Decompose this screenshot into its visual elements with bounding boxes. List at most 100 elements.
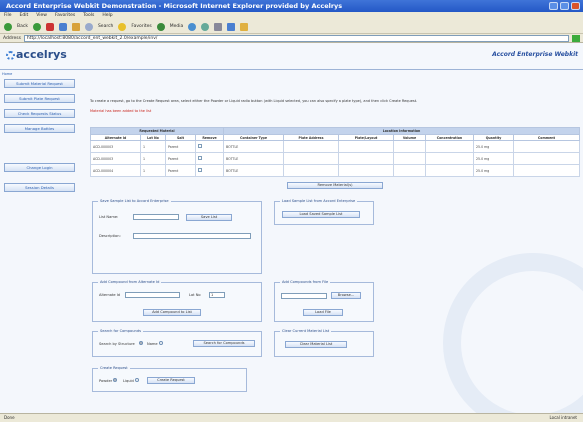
search-icon[interactable] bbox=[84, 22, 93, 31]
cell-container-type: BOTTLE bbox=[223, 152, 284, 165]
cell-concentration bbox=[425, 164, 474, 177]
accelrys-logo: accelrys bbox=[6, 48, 67, 61]
liquid-label: Liquid bbox=[123, 379, 134, 383]
menu-favorites[interactable]: Favorites bbox=[55, 12, 75, 20]
alternate-id-label: Alternate Id bbox=[99, 293, 121, 297]
menu-tools[interactable]: Tools bbox=[83, 12, 94, 20]
list-name-input[interactable] bbox=[133, 214, 179, 220]
sidebar-check-requests-status[interactable]: Check Requests Status bbox=[4, 109, 75, 118]
cell-plate-address bbox=[283, 152, 339, 165]
window-title: Accord Enterprise Webkit Demonstration -… bbox=[6, 2, 343, 10]
remove-checkbox[interactable] bbox=[198, 156, 202, 160]
add-compound-button[interactable]: Add Compound to List bbox=[143, 309, 201, 316]
cell-alternate-id: ACD-000003 bbox=[90, 152, 141, 165]
history-icon[interactable] bbox=[188, 22, 197, 31]
menu-help[interactable]: Help bbox=[102, 12, 112, 20]
address-input[interactable]: http://localhost:8080/accord_ent_webkit_… bbox=[23, 34, 569, 42]
liquid-radio[interactable] bbox=[135, 378, 139, 382]
sidebar-manage-bottles[interactable]: Manage Bottles bbox=[4, 124, 75, 133]
clear-list-legend: Clear Current Material List bbox=[280, 329, 332, 333]
maximize-button[interactable] bbox=[560, 2, 569, 10]
stop-icon[interactable] bbox=[45, 22, 54, 31]
description-input[interactable] bbox=[133, 233, 251, 239]
home-icon[interactable] bbox=[71, 22, 80, 31]
security-zone: Local intranet bbox=[549, 415, 577, 420]
browse-button[interactable]: Browse... bbox=[331, 292, 361, 299]
sidebar-session-details[interactable]: Session Details bbox=[4, 183, 75, 192]
load-list-legend: Load Sample List from Accord Enterprise bbox=[280, 199, 358, 203]
lot-no-input[interactable]: 1 bbox=[209, 292, 225, 298]
cell-salt: Parent bbox=[165, 152, 196, 165]
window-title-bar: Accord Enterprise Webkit Demonstration -… bbox=[0, 0, 583, 12]
sidebar-change-login[interactable]: Change Login bbox=[4, 163, 75, 172]
file-path-input[interactable] bbox=[281, 293, 327, 299]
cell-quantity: 25.0 mg bbox=[473, 152, 514, 165]
cell-lot-no: 1 bbox=[140, 140, 166, 153]
list-name-label: List Name: bbox=[99, 215, 119, 219]
name-radio[interactable] bbox=[159, 341, 163, 345]
favorites-star-icon[interactable] bbox=[118, 22, 127, 31]
accelrys-logo-icon bbox=[6, 50, 15, 60]
load-file-button[interactable]: Load File bbox=[303, 309, 343, 316]
load-saved-list-button[interactable]: Load Saved Sample List bbox=[282, 211, 360, 218]
menu-view[interactable]: View bbox=[36, 12, 47, 20]
create-request-button[interactable]: Create Request bbox=[147, 377, 195, 384]
mail-icon[interactable] bbox=[201, 22, 210, 31]
cell-comment bbox=[513, 140, 580, 153]
menu-bar: File Edit View Favorites Tools Help bbox=[0, 12, 583, 20]
alternate-id-input[interactable] bbox=[125, 292, 180, 298]
media-icon[interactable] bbox=[156, 22, 165, 31]
background-decoration bbox=[443, 253, 583, 413]
remove-checkbox[interactable] bbox=[198, 144, 202, 148]
cell-quantity: 25.0 mg bbox=[473, 140, 514, 153]
powder-radio[interactable] bbox=[113, 378, 117, 382]
cell-concentration bbox=[425, 152, 474, 165]
remove-materials-button[interactable]: Remove Material(s) bbox=[287, 182, 383, 189]
description-label: Description: bbox=[99, 234, 121, 238]
print-icon[interactable] bbox=[214, 22, 223, 31]
lot-no-label: Lot No bbox=[189, 293, 201, 297]
menu-edit[interactable]: Edit bbox=[20, 12, 29, 20]
name-label: Name bbox=[147, 342, 158, 346]
structure-radio[interactable] bbox=[139, 341, 143, 345]
go-arrow-icon[interactable] bbox=[571, 34, 580, 42]
product-name: Accord Enterprise Webkit bbox=[492, 51, 578, 58]
cell-plate-layout bbox=[338, 140, 394, 153]
media-label[interactable]: Media bbox=[170, 24, 184, 29]
search-compounds-button[interactable]: Search for Compounds bbox=[193, 340, 255, 347]
browser-toolbar: Back Search Favorites Media bbox=[0, 20, 583, 34]
cell-volume bbox=[393, 164, 426, 177]
back-arrow-icon[interactable] bbox=[4, 22, 12, 31]
cell-plate-address bbox=[283, 140, 339, 153]
home-link[interactable]: Home bbox=[2, 72, 12, 76]
sidebar-submit-material-request[interactable]: Submit Material Request bbox=[4, 79, 75, 88]
cell-comment bbox=[513, 152, 580, 165]
close-button[interactable] bbox=[571, 2, 580, 10]
cell-volume bbox=[393, 152, 426, 165]
table-row: ACD-000003 1 Parent BOTTLE 25.0 mg bbox=[90, 152, 580, 165]
group-header-location: Location Information bbox=[223, 127, 580, 135]
sidebar-submit-plate-request[interactable]: Submit Plate Request bbox=[4, 94, 75, 103]
status-bar: Done Local intranet bbox=[0, 413, 583, 422]
remove-checkbox[interactable] bbox=[198, 168, 202, 172]
status-message: Material has been added to the list bbox=[90, 109, 152, 113]
clear-list-panel: Clear Current Material List Clear Materi… bbox=[274, 329, 374, 357]
cell-remove bbox=[195, 140, 224, 153]
folder-icon[interactable] bbox=[240, 22, 249, 31]
search-by-structure-label: Search by Structure bbox=[99, 342, 135, 346]
address-label: Address bbox=[3, 35, 21, 41]
cell-container-type: BOTTLE bbox=[223, 140, 284, 153]
favorites-label[interactable]: Favorites bbox=[131, 24, 151, 29]
status-text: Done bbox=[4, 415, 15, 420]
forward-arrow-icon[interactable] bbox=[32, 22, 41, 31]
save-list-button[interactable]: Save List bbox=[186, 214, 232, 221]
search-label[interactable]: Search bbox=[98, 24, 113, 29]
cell-concentration bbox=[425, 140, 474, 153]
menu-file[interactable]: File bbox=[4, 12, 12, 20]
table-row: ACD-000004 1 Parent BOTTLE 25.0 mg bbox=[90, 164, 580, 177]
back-label[interactable]: Back bbox=[17, 24, 28, 29]
clear-material-list-button[interactable]: Clear Material List bbox=[285, 341, 347, 348]
minimize-button[interactable] bbox=[549, 2, 558, 10]
refresh-icon[interactable] bbox=[58, 22, 67, 31]
edit-icon[interactable] bbox=[227, 22, 236, 31]
